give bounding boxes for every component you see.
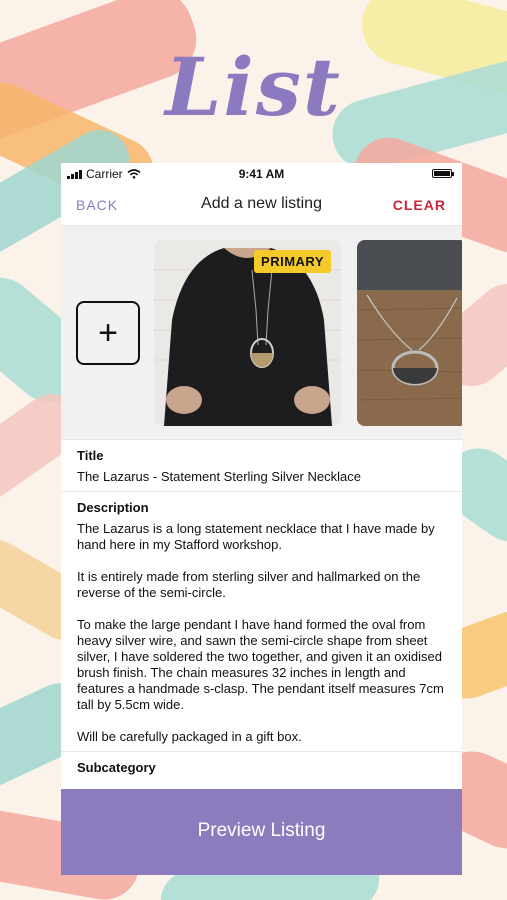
photo-carousel[interactable]: + PRIMARY (61, 225, 462, 440)
navigation-bar: BACK Add a new listing CLEAR (61, 185, 462, 225)
description-paragraph: The Lazarus is a long statement necklace… (77, 521, 435, 552)
phone-screen: Carrier 9:41 AM BACK Add a new listing C… (61, 163, 462, 875)
status-time: 9:41 AM (238, 167, 285, 181)
description-field[interactable]: Description The Lazarus is a long statem… (61, 492, 462, 752)
description-paragraph: Will be carefully packaged in a gift box… (77, 729, 302, 744)
battery-icon (432, 169, 454, 178)
description-paragraph: To make the large pendant I have hand fo… (77, 617, 444, 712)
product-photo-primary[interactable]: PRIMARY (154, 240, 341, 426)
description-paragraph: It is entirely made from sterling silver… (77, 569, 421, 600)
description-value[interactable]: The Lazarus is a long statement necklace… (77, 521, 446, 745)
title-label: Title (77, 448, 104, 463)
hero-title: List (165, 40, 342, 134)
subcategory-label: Subcategory (77, 760, 156, 775)
product-photo-2[interactable] (357, 240, 462, 426)
plus-icon: + (98, 313, 118, 352)
subcategory-field[interactable]: Subcategory (61, 752, 462, 789)
clear-button[interactable]: CLEAR (393, 197, 446, 213)
necklace-table-image (357, 240, 462, 426)
add-photo-button[interactable]: + (76, 301, 140, 365)
title-field[interactable]: Title The Lazarus - Statement Sterling S… (61, 440, 462, 492)
status-bar: Carrier 9:41 AM (61, 163, 462, 185)
description-label: Description (77, 500, 149, 515)
primary-badge: PRIMARY (254, 250, 331, 273)
title-value[interactable]: The Lazarus - Statement Sterling Silver … (77, 469, 446, 485)
preview-listing-button[interactable]: Preview Listing (61, 789, 462, 875)
